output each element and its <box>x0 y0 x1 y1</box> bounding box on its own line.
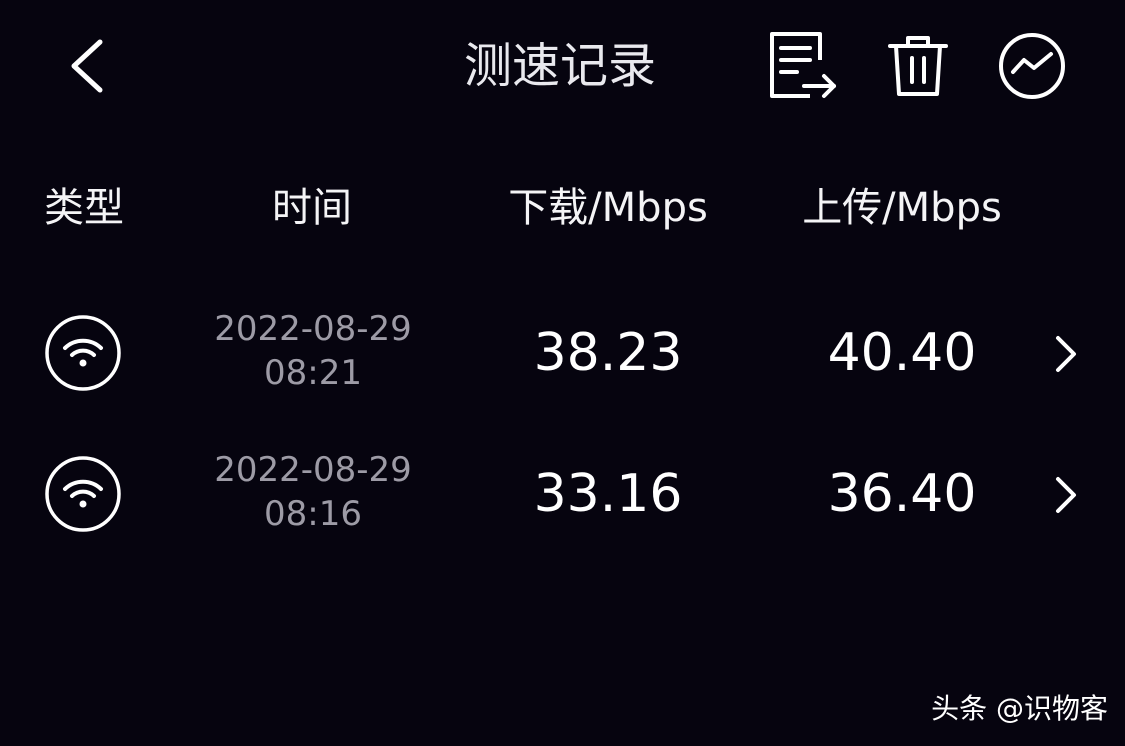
wifi-icon <box>44 455 122 533</box>
column-header-type: 类型 <box>44 185 124 231</box>
export-button[interactable] <box>764 30 842 102</box>
record-date: 2022-08-29 <box>214 309 412 349</box>
wifi-icon <box>44 314 122 392</box>
record-row[interactable]: 2022-08-29 08:21 38.23 40.40 <box>0 292 1125 412</box>
column-header-time: 时间 <box>272 185 352 231</box>
record-time: 08:16 <box>264 494 362 534</box>
delete-button[interactable] <box>884 32 952 100</box>
column-header-download: 下载/Mbps <box>508 185 708 231</box>
watermark: 头条 @识物客 <box>931 692 1108 725</box>
page-title: 测速记录 <box>463 38 656 94</box>
trash-icon <box>888 36 948 96</box>
upload-speed: 40.40 <box>827 323 977 383</box>
chevron-left-icon <box>71 39 103 93</box>
record-time: 08:21 <box>264 353 362 393</box>
upload-speed: 36.40 <box>827 464 977 524</box>
chevron-right-icon <box>1050 332 1080 376</box>
chevron-right-icon <box>1050 473 1080 517</box>
export-document-icon <box>770 32 836 98</box>
column-header-upload: 上传/Mbps <box>802 185 1002 231</box>
download-speed: 33.16 <box>533 464 683 524</box>
trend-chart-button[interactable] <box>996 30 1068 102</box>
record-date: 2022-08-29 <box>214 450 412 490</box>
back-button[interactable] <box>62 38 114 94</box>
download-speed: 38.23 <box>533 323 683 383</box>
line-chart-circle-icon <box>999 33 1065 99</box>
record-row[interactable]: 2022-08-29 08:16 33.16 36.40 <box>0 433 1125 553</box>
